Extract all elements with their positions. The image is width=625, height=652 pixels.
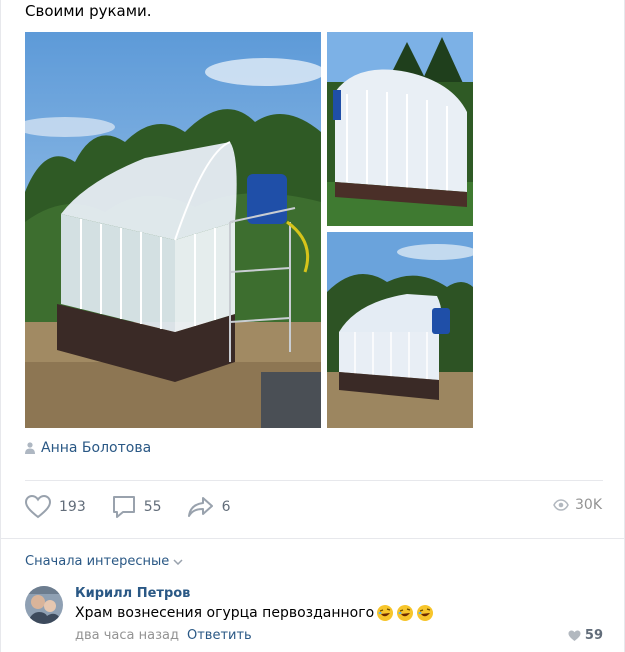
rofl-emoji-icon <box>417 605 434 621</box>
eye-icon <box>553 499 569 511</box>
comment-time[interactable]: два часа назад <box>75 628 179 643</box>
comment-meta: два часа назад Ответить <box>75 628 252 643</box>
post-author-name[interactable]: Анна Болотова <box>41 440 151 456</box>
comments-sort-label[interactable]: Сначала интересные <box>25 554 169 569</box>
comment-author[interactable]: Кирилл Петров <box>75 586 190 601</box>
rofl-emoji-icon <box>377 605 394 621</box>
post-photo-top-right[interactable] <box>327 32 473 226</box>
greenhouse-photo <box>25 32 321 428</box>
comment-button[interactable]: 55 <box>112 495 162 519</box>
divider <box>1 538 625 539</box>
heart-icon <box>568 630 581 641</box>
comment-like-count: 59 <box>584 628 603 643</box>
speech-bubble-icon <box>112 496 135 518</box>
chevron-down-icon <box>173 558 183 565</box>
like-count: 193 <box>59 499 86 515</box>
post-author[interactable]: Анна Болотова <box>25 440 151 456</box>
greenhouse-photo <box>327 232 473 428</box>
comment-item: Кирилл Петров Храм вознесения огурца пер… <box>25 584 603 648</box>
greenhouse-photo <box>327 32 473 226</box>
divider <box>25 480 603 481</box>
reply-button[interactable]: Ответить <box>187 628 252 643</box>
comment-like-button[interactable]: 59 <box>568 628 603 643</box>
share-button[interactable]: 6 <box>187 495 231 519</box>
rofl-emoji-icon <box>397 605 414 621</box>
post-card: Своими руками. Анна Болотова 193 55 6 30… <box>0 0 625 652</box>
post-photo-main[interactable] <box>25 32 321 428</box>
like-button[interactable]: 193 <box>25 495 86 519</box>
share-arrow-icon <box>187 497 213 517</box>
heart-icon <box>25 495 51 519</box>
post-actions: 193 55 6 <box>25 495 256 519</box>
person-icon <box>25 442 35 454</box>
comments-sort-dropdown[interactable]: Сначала интересные <box>25 554 183 569</box>
share-count: 6 <box>221 499 231 515</box>
avatar[interactable] <box>25 586 63 624</box>
comment-text: Храм вознесения огурца первозданного <box>75 605 375 621</box>
post-photo-bottom-right[interactable] <box>327 232 473 428</box>
comment-count: 55 <box>143 499 162 515</box>
views-counter: 30K <box>553 497 602 513</box>
avatar-photo <box>25 586 63 624</box>
views-count: 30K <box>575 497 602 513</box>
post-text: Своими руками. <box>25 2 152 20</box>
comment-text-row: Храм вознесения огурца первозданного <box>75 604 434 622</box>
